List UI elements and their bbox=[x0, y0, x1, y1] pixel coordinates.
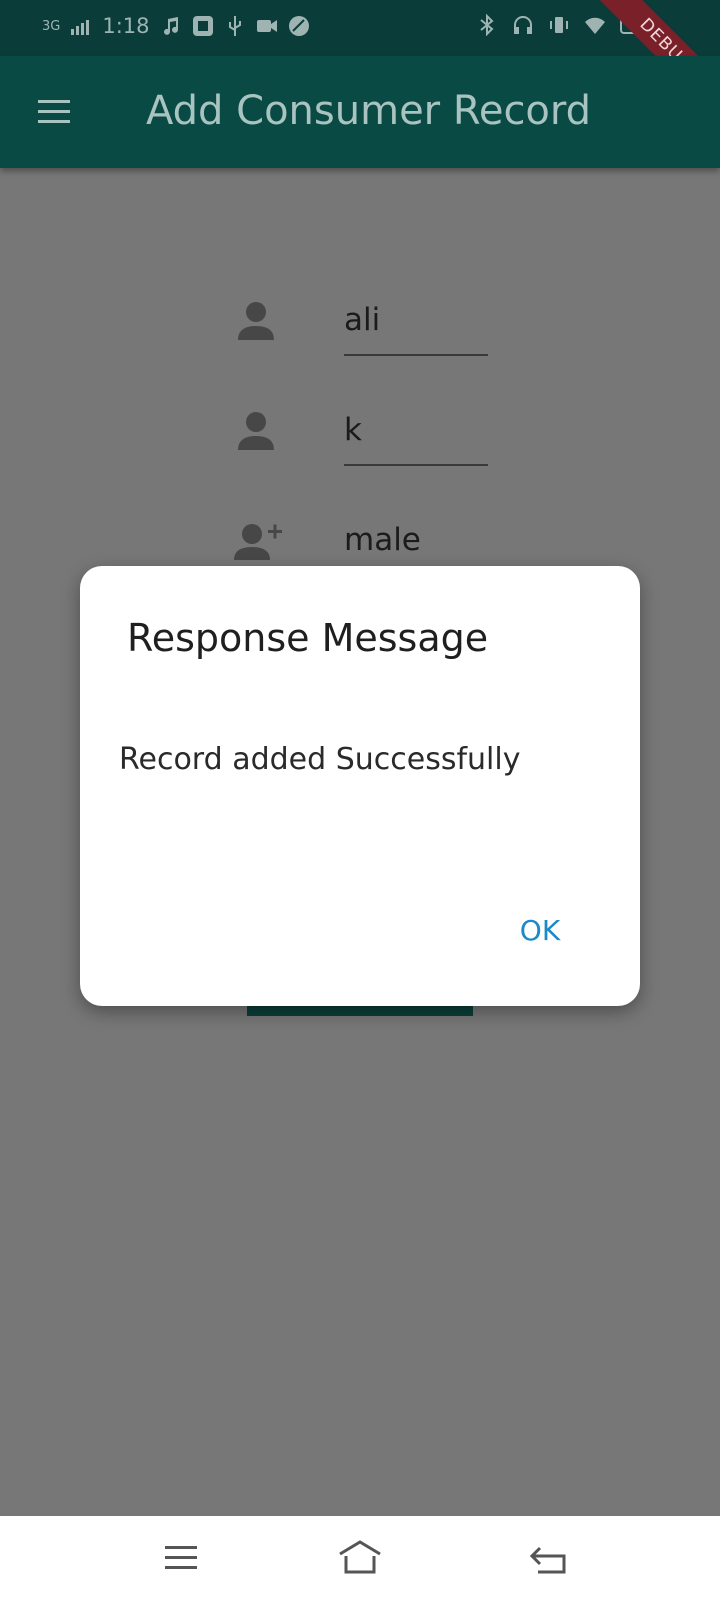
first-name-field[interactable]: ali bbox=[344, 302, 380, 338]
person-add-icon bbox=[234, 524, 282, 560]
video-icon bbox=[256, 20, 277, 32]
network-indicator: 3G bbox=[42, 18, 61, 34]
wifi-icon bbox=[585, 17, 605, 34]
music-icon bbox=[163, 17, 178, 35]
signal-icon bbox=[71, 20, 90, 35]
last-name-field[interactable]: k bbox=[344, 412, 362, 448]
ok-button[interactable]: OK bbox=[498, 906, 582, 956]
dialog-message: Record added Successfully bbox=[119, 742, 521, 777]
status-time: 1:18 bbox=[102, 14, 150, 38]
last-name-row: k bbox=[228, 404, 498, 504]
response-dialog: Response Message Record added Successful… bbox=[80, 566, 640, 1006]
first-name-underline bbox=[344, 354, 488, 356]
menu-icon[interactable] bbox=[32, 94, 76, 130]
menu-icon[interactable] bbox=[155, 1534, 207, 1582]
status-left: 3G 1:18 bbox=[42, 14, 310, 38]
usb-icon bbox=[228, 16, 241, 36]
status-bar: 3G 1:18 DEBUG bbox=[0, 0, 720, 127]
vibrate-icon bbox=[550, 17, 568, 33]
bluetooth-icon bbox=[480, 14, 494, 36]
headphones-icon bbox=[514, 16, 532, 34]
person-icon bbox=[238, 302, 274, 340]
first-name-row: ali bbox=[228, 294, 498, 394]
navigation-bar bbox=[0, 1516, 720, 1600]
leaf-icon bbox=[288, 16, 309, 36]
app-bar: Add Consumer Record bbox=[0, 56, 720, 168]
person-icon bbox=[238, 412, 274, 450]
gender-field[interactable]: male bbox=[344, 522, 421, 558]
page-title: Add Consumer Record bbox=[146, 88, 592, 134]
home-icon[interactable] bbox=[334, 1534, 386, 1582]
dialog-title: Response Message bbox=[127, 616, 489, 660]
app-notification-icon bbox=[192, 16, 213, 36]
last-name-underline bbox=[344, 464, 488, 466]
back-icon[interactable] bbox=[524, 1534, 576, 1582]
